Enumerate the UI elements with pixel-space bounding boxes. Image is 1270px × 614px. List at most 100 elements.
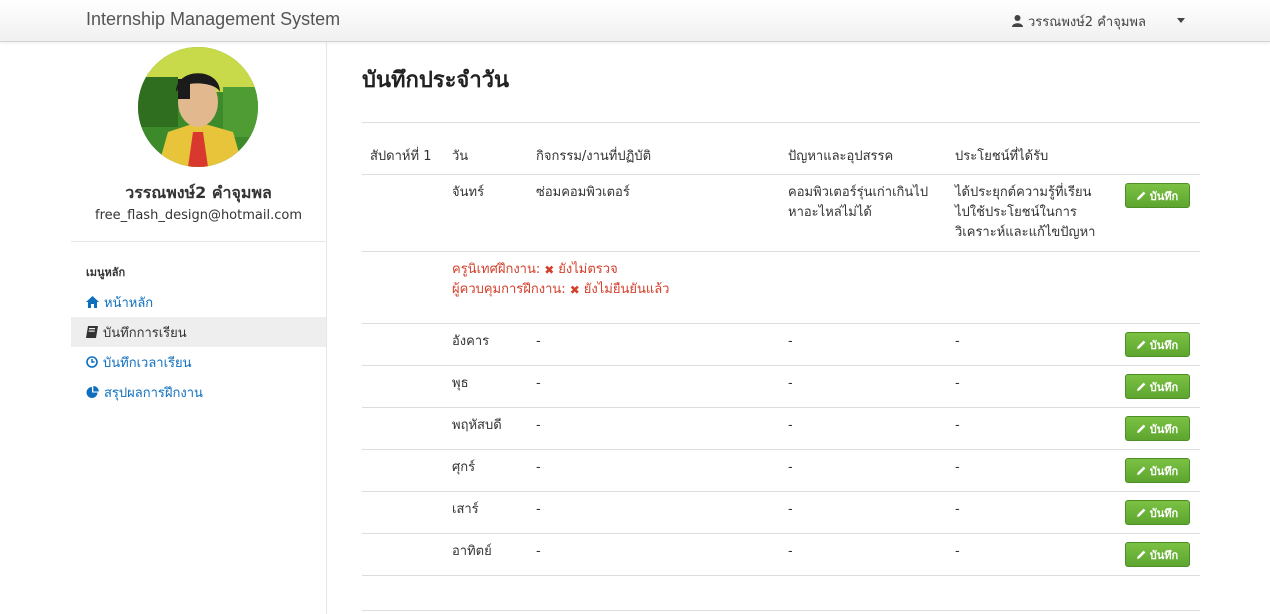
- pencil-icon: [1136, 466, 1146, 475]
- cross-icon: ✖: [569, 283, 580, 297]
- sidebar-item-label: บันทึกเวลาเรียน: [103, 355, 192, 371]
- benefits-cell-line: วิเคราะห์และแก้ไขปัญหา: [955, 225, 1096, 240]
- teacher-status-value: ยังไม่ตรวจ: [558, 262, 618, 277]
- day-cell: จันทร์: [452, 185, 485, 200]
- user-menu[interactable]: วรรณพงษ์2 คำจุมพล: [1012, 12, 1146, 30]
- benefits-cell: -: [955, 460, 960, 475]
- pencil-icon: [1136, 550, 1146, 559]
- benefits-cell: -: [955, 502, 960, 517]
- activity-cell: ซ่อมคอมพิวเตอร์: [536, 185, 630, 200]
- problems-cell: -: [788, 502, 793, 517]
- table-divider: [362, 174, 1200, 175]
- user-name: วรรณพงษ์2 คำจุมพล: [1028, 14, 1146, 30]
- table-divider: [362, 407, 1200, 408]
- table-divider: [362, 449, 1200, 450]
- top-navbar: Internship Management System วรรณพงษ์2 ค…: [0, 0, 1270, 42]
- activity-cell: -: [536, 334, 541, 349]
- menu-header: เมนูหลัก: [86, 266, 126, 279]
- chevron-down-icon[interactable]: [1177, 18, 1185, 23]
- save-button-label: บันทึก: [1149, 464, 1179, 478]
- column-header-day: วัน: [452, 149, 469, 164]
- problems-cell-line: คอมพิวเตอร์รุ่นเก่าเกินไป: [788, 185, 929, 200]
- sidebar-item-time-log[interactable]: บันทึกเวลาเรียน: [71, 347, 326, 377]
- sidebar: วรรณพงษ์2 คำจุมพล free_flash_design@hotm…: [0, 42, 327, 614]
- table-divider: [362, 575, 1200, 576]
- day-cell: อาทิตย์: [452, 544, 492, 559]
- week-label: สัปดาห์ที่ 1: [370, 149, 432, 164]
- problems-cell: -: [788, 418, 793, 433]
- pencil-icon: [1136, 191, 1146, 200]
- problems-cell: -: [788, 334, 793, 349]
- sidebar-item-label: บันทึกการเรียน: [103, 325, 187, 341]
- avatar: [138, 47, 258, 167]
- sidebar-item-label: หน้าหลัก: [104, 295, 154, 311]
- column-header-problems: ปัญหาและอุปสรรค: [788, 149, 894, 164]
- save-button[interactable]: บันทึก: [1125, 374, 1190, 399]
- problems-cell: -: [788, 460, 793, 475]
- save-button[interactable]: บันทึก: [1125, 500, 1190, 525]
- book-icon: [86, 326, 98, 338]
- teacher-status: ครูนิเทศฝึกงาน: ✖ ยังไม่ตรวจ: [452, 260, 618, 280]
- table-divider: [362, 323, 1200, 324]
- pencil-icon: [1136, 508, 1146, 517]
- save-button-label: บันทึก: [1149, 422, 1179, 436]
- save-button-label: บันทึก: [1149, 506, 1179, 520]
- sidebar-item-home[interactable]: หน้าหลัก: [71, 287, 326, 317]
- user-icon: [1012, 15, 1023, 27]
- save-button-label: บันทึก: [1149, 338, 1179, 352]
- benefits-cell: -: [955, 376, 960, 391]
- clock-icon: [86, 356, 98, 368]
- sidebar-item-summary[interactable]: สรุปผลการฝึกงาน: [71, 377, 326, 407]
- cross-icon: ✖: [544, 263, 555, 277]
- section-divider: [362, 610, 1200, 611]
- activity-cell: -: [536, 544, 541, 559]
- day-cell: เสาร์: [452, 502, 479, 517]
- profile-email: free_flash_design@hotmail.com: [95, 208, 302, 223]
- supervisor-status-value: ยังไม่ยืนยันแล้ว: [583, 282, 670, 297]
- benefits-cell-line: ไปใช้ประโยชน์ในการ: [955, 205, 1077, 220]
- supervisor-status: ผู้ควบคุมการฝึกงาน: ✖ ยังไม่ยืนยันแล้ว: [452, 280, 669, 300]
- save-button-label: บันทึก: [1149, 380, 1179, 394]
- day-cell: อังคาร: [452, 334, 490, 349]
- column-header-activity: กิจกรรม/งานที่ปฏิบัติ: [536, 149, 652, 164]
- home-icon: [86, 296, 99, 308]
- pencil-icon: [1136, 382, 1146, 391]
- column-header-benefits: ประโยชน์ที่ได้รับ: [955, 149, 1049, 164]
- sidebar-item-study-log[interactable]: บันทึกการเรียน: [71, 317, 326, 347]
- save-button[interactable]: บันทึก: [1125, 416, 1190, 441]
- benefits-cell: -: [955, 544, 960, 559]
- table-divider: [362, 251, 1200, 252]
- supervisor-status-label: ผู้ควบคุมการฝึกงาน:: [452, 282, 566, 297]
- pencil-icon: [1136, 424, 1146, 433]
- profile-name: วรรณพงษ์2 คำจุมพล: [125, 183, 272, 202]
- problems-cell-line: หาอะไหล่ไม่ได้: [788, 205, 872, 220]
- save-button[interactable]: บันทึก: [1125, 458, 1190, 483]
- page-title: บันทึกประจำวัน: [362, 68, 510, 93]
- sidebar-divider: [71, 241, 326, 242]
- save-button-label: บันทึก: [1149, 548, 1179, 562]
- day-cell: พุธ: [452, 376, 469, 391]
- activity-cell: -: [536, 418, 541, 433]
- table-divider: [362, 533, 1200, 534]
- benefits-cell: -: [955, 418, 960, 433]
- day-cell: พฤหัสบดี: [452, 418, 502, 433]
- brand-title[interactable]: Internship Management System: [86, 9, 340, 30]
- save-button[interactable]: บันทึก: [1125, 183, 1190, 208]
- pie-chart-icon: [86, 385, 99, 399]
- sidebar-item-label: สรุปผลการฝึกงาน: [104, 385, 203, 401]
- benefits-cell: -: [955, 334, 960, 349]
- save-button-label: บันทึก: [1149, 189, 1179, 203]
- teacher-status-label: ครูนิเทศฝึกงาน:: [452, 262, 541, 277]
- day-cell: ศุกร์: [452, 460, 476, 475]
- save-button[interactable]: บันทึก: [1125, 542, 1190, 567]
- save-button[interactable]: บันทึก: [1125, 332, 1190, 357]
- table-divider: [362, 365, 1200, 366]
- activity-cell: -: [536, 460, 541, 475]
- table-divider: [362, 491, 1200, 492]
- pencil-icon: [1136, 340, 1146, 349]
- problems-cell: -: [788, 544, 793, 559]
- problems-cell: -: [788, 376, 793, 391]
- activity-cell: -: [536, 502, 541, 517]
- benefits-cell-line: ได้ประยุกต์ความรู้ที่เรียน: [955, 185, 1092, 200]
- title-divider: [362, 122, 1200, 123]
